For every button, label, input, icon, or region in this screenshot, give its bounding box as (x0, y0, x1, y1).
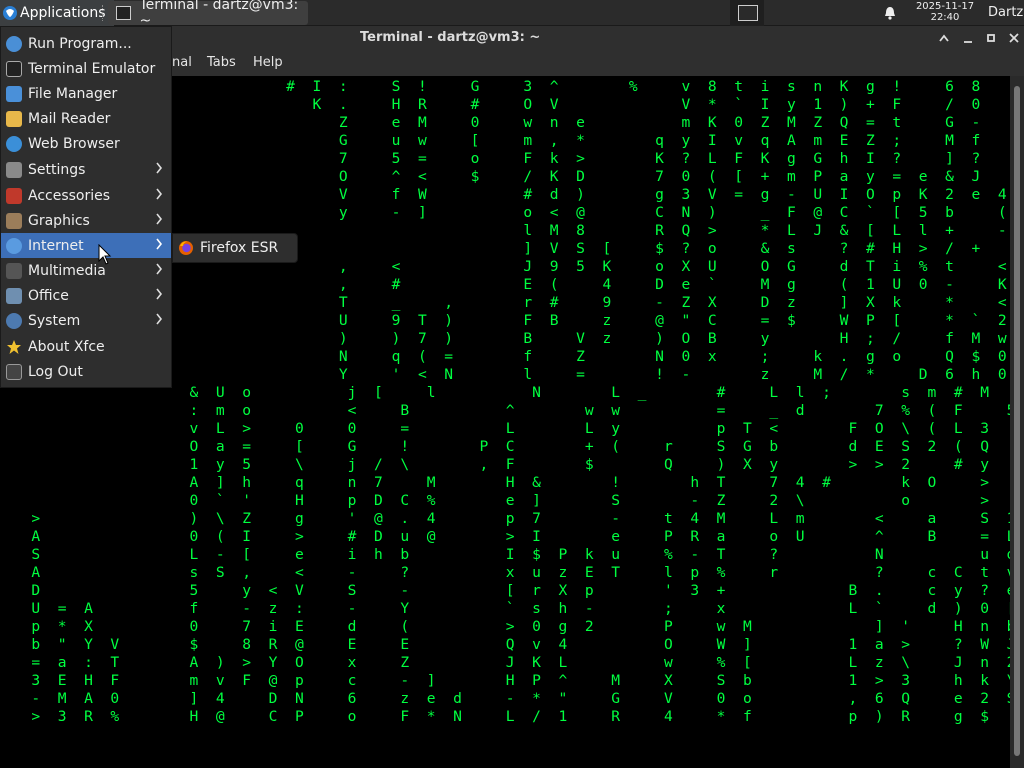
chevron-right-icon (156, 188, 163, 200)
system-icon (6, 312, 22, 329)
menu-item-multimedia[interactable]: Multimedia (1, 258, 171, 283)
chevron-right-icon (156, 263, 163, 275)
run-program-icon (6, 35, 22, 52)
internet-submenu: Firefox ESR (172, 233, 298, 263)
user-menu[interactable]: Dartz (988, 5, 1023, 20)
workspace-1[interactable] (730, 0, 764, 26)
menu-item-label: Mail Reader (28, 110, 111, 127)
globe-icon (6, 135, 22, 152)
menu-item-terminal-emulator[interactable]: Terminal Emulator (1, 56, 171, 81)
menu-item-internet[interactable]: Internet (1, 233, 171, 258)
workspace-4[interactable] (832, 0, 866, 26)
menu-item-accessories[interactable]: Accessories (1, 183, 171, 208)
minimize-icon (964, 41, 972, 43)
top-panel: Applications Terminal - dartz@vm3: ~ 202… (0, 0, 1024, 29)
office-icon (6, 287, 22, 304)
mouse-cursor-icon (98, 244, 112, 265)
menu-item-label: Log Out (28, 363, 83, 380)
submenu-item-firefox[interactable]: Firefox ESR (200, 240, 278, 256)
menu-item-run-program[interactable]: Run Program... (1, 31, 171, 56)
clock-date: 2025-11-17 (915, 1, 975, 12)
menu-item-label: Accessories (28, 187, 111, 204)
logout-icon (6, 363, 22, 380)
menu-item-about-xfce[interactable]: About Xfce (1, 334, 171, 359)
chevron-right-icon (156, 162, 163, 174)
chevron-up-icon (939, 34, 949, 42)
internet-icon (6, 237, 22, 254)
menu-terminal[interactable]: nal (172, 55, 192, 70)
chevron-right-icon (156, 288, 163, 300)
terminal-icon (116, 6, 132, 20)
maximize-icon (987, 34, 995, 42)
menu-item-settings[interactable]: Settings (1, 157, 171, 182)
panel-separator (102, 5, 105, 21)
menu-item-label: Office (28, 287, 69, 304)
menu-item-label: File Manager (28, 85, 118, 102)
applications-menu-button[interactable]: Applications (0, 0, 114, 26)
applications-label: Applications (20, 5, 106, 21)
applications-menu: Run Program... Terminal Emulator File Ma… (0, 26, 172, 388)
taskbar-terminal-button[interactable]: Terminal - dartz@vm3: ~ (108, 0, 308, 29)
taskbar-terminal-label: Terminal - dartz@vm3: ~ (139, 0, 299, 29)
menu-item-label: About Xfce (28, 338, 105, 355)
scrollbar-thumb[interactable] (1014, 86, 1020, 756)
menu-item-label: Multimedia (28, 262, 106, 279)
menu-item-label: Internet (28, 237, 84, 254)
workspace-preview-icon (738, 5, 758, 21)
mail-icon (6, 110, 22, 127)
menu-help[interactable]: Help (253, 55, 283, 70)
window-close-button[interactable] (1006, 30, 1022, 46)
terminal-scrollbar[interactable] (1010, 76, 1024, 768)
window-title: Terminal - dartz@vm3: ~ (360, 30, 541, 45)
menu-item-file-manager[interactable]: File Manager (1, 81, 171, 106)
graphics-icon (6, 212, 22, 229)
chevron-right-icon (156, 238, 163, 250)
notification-bell-icon[interactable] (882, 5, 898, 21)
menu-item-log-out[interactable]: Log Out (1, 359, 171, 384)
clock-time: 22:40 (930, 12, 960, 23)
menu-item-system[interactable]: System (1, 308, 171, 333)
menu-item-label: Terminal Emulator (28, 60, 156, 77)
close-icon (1009, 33, 1019, 43)
window-maximize-button[interactable] (983, 30, 999, 46)
menu-item-mail-reader[interactable]: Mail Reader (1, 106, 171, 131)
menu-item-label: Settings (28, 161, 86, 178)
menu-tabs[interactable]: Tabs (207, 55, 236, 70)
accessories-icon (6, 187, 22, 204)
settings-icon (6, 161, 22, 178)
menu-item-office[interactable]: Office (1, 283, 171, 308)
chevron-right-icon (156, 213, 163, 225)
chevron-right-icon (156, 313, 163, 325)
menu-item-label: Graphics (28, 212, 90, 229)
terminal-icon (6, 60, 22, 77)
multimedia-icon (6, 262, 22, 279)
window-minimize-button[interactable] (960, 30, 976, 46)
menu-item-label: System (28, 312, 81, 329)
firefox-icon (179, 241, 193, 255)
menu-item-web-browser[interactable]: Web Browser (1, 131, 171, 156)
xfce-logo-icon (3, 6, 17, 20)
menu-item-graphics[interactable]: Graphics (1, 208, 171, 233)
menu-item-label: Web Browser (28, 135, 120, 152)
workspace-3[interactable] (798, 0, 832, 26)
clock[interactable]: 2025-11-17 22:40 (908, 1, 982, 23)
workspace-2[interactable] (764, 0, 798, 26)
folder-icon (6, 85, 22, 102)
menu-item-label: Run Program... (28, 35, 132, 52)
star-icon (7, 339, 21, 354)
window-shade-button[interactable] (936, 30, 952, 46)
